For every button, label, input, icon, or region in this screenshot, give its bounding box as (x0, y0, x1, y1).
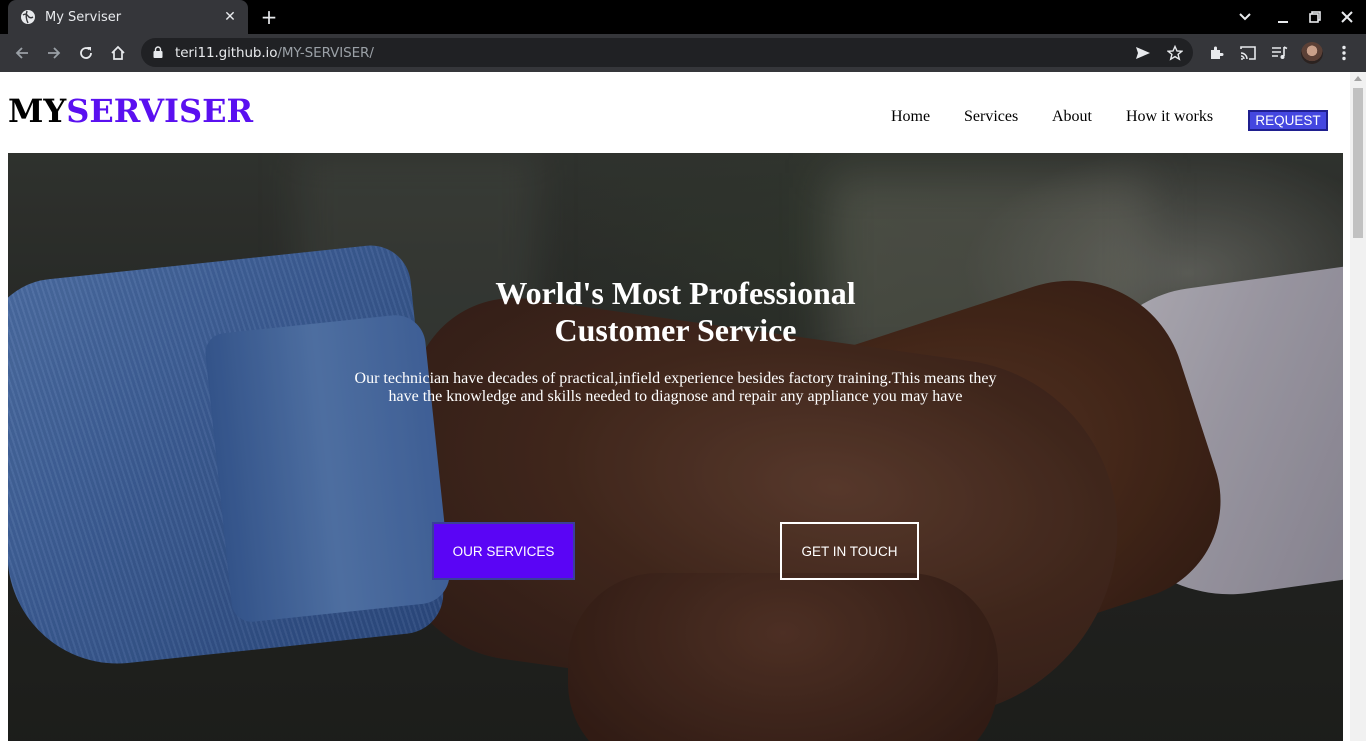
restore-icon[interactable] (1299, 0, 1331, 34)
nav-about[interactable]: About (1052, 108, 1092, 126)
hero-section: World's Most Professional Customer Servi… (8, 153, 1343, 741)
send-icon[interactable] (1134, 44, 1152, 62)
scrollbar-thumb[interactable] (1353, 88, 1363, 238)
hero-description: Our technician have decades of practical… (338, 370, 1013, 406)
back-icon[interactable] (10, 41, 34, 65)
logo-part-my: MY (8, 92, 67, 130)
reload-icon[interactable] (74, 41, 98, 65)
hero-title-line2: Customer Service (554, 312, 797, 348)
browser-toolbar: teri11.github.io/MY-SERVISER/ (0, 34, 1366, 72)
new-tab-button[interactable]: + (259, 7, 279, 27)
cast-icon[interactable] (1236, 41, 1260, 65)
browser-tab[interactable]: My Serviser ✕ (8, 0, 248, 34)
forward-icon[interactable] (42, 41, 66, 65)
get-in-touch-button[interactable]: GET IN TOUCH (780, 522, 919, 580)
tab-close-icon[interactable]: ✕ (222, 9, 238, 25)
logo-part-serviser: SERVISER (66, 92, 254, 130)
page-scrollbar[interactable] (1350, 72, 1366, 741)
scroll-up-arrow-icon[interactable] (1354, 76, 1362, 81)
request-button[interactable]: REQUEST (1248, 110, 1328, 131)
profile-avatar[interactable] (1301, 42, 1323, 64)
nav-how-it-works[interactable]: How it works (1126, 108, 1213, 126)
minimize-icon[interactable] (1267, 0, 1299, 34)
globe-icon (20, 9, 36, 25)
media-controls-icon[interactable] (1268, 41, 1292, 65)
tab-search-icon[interactable] (1229, 0, 1261, 34)
tab-title: My Serviser (45, 9, 122, 25)
home-icon[interactable] (106, 41, 130, 65)
window-close-icon[interactable] (1331, 0, 1363, 34)
lock-icon (153, 43, 163, 62)
address-bar[interactable]: teri11.github.io/MY-SERVISER/ (141, 38, 1193, 67)
hero-description-line1: Our technician have decades of practical… (354, 370, 997, 387)
url-text: teri11.github.io/MY-SERVISER/ (175, 44, 374, 61)
page-viewport: MYSERVISER Home Services About How it wo… (0, 72, 1350, 741)
hero-description-line2: have the knowledge and skills needed to … (388, 388, 963, 405)
nav-services[interactable]: Services (964, 108, 1018, 126)
nav-home[interactable]: Home (891, 108, 930, 126)
our-services-button[interactable]: OUR SERVICES (432, 522, 575, 580)
browser-tabstrip: My Serviser ✕ + (0, 0, 1366, 34)
site-logo[interactable]: MYSERVISER (8, 92, 253, 130)
more-menu-icon[interactable] (1332, 41, 1356, 65)
hero-title: World's Most Professional Customer Servi… (8, 275, 1343, 349)
bookmark-star-icon[interactable] (1166, 44, 1184, 62)
extensions-icon[interactable] (1204, 41, 1228, 65)
hero-title-line1: World's Most Professional (495, 275, 856, 311)
